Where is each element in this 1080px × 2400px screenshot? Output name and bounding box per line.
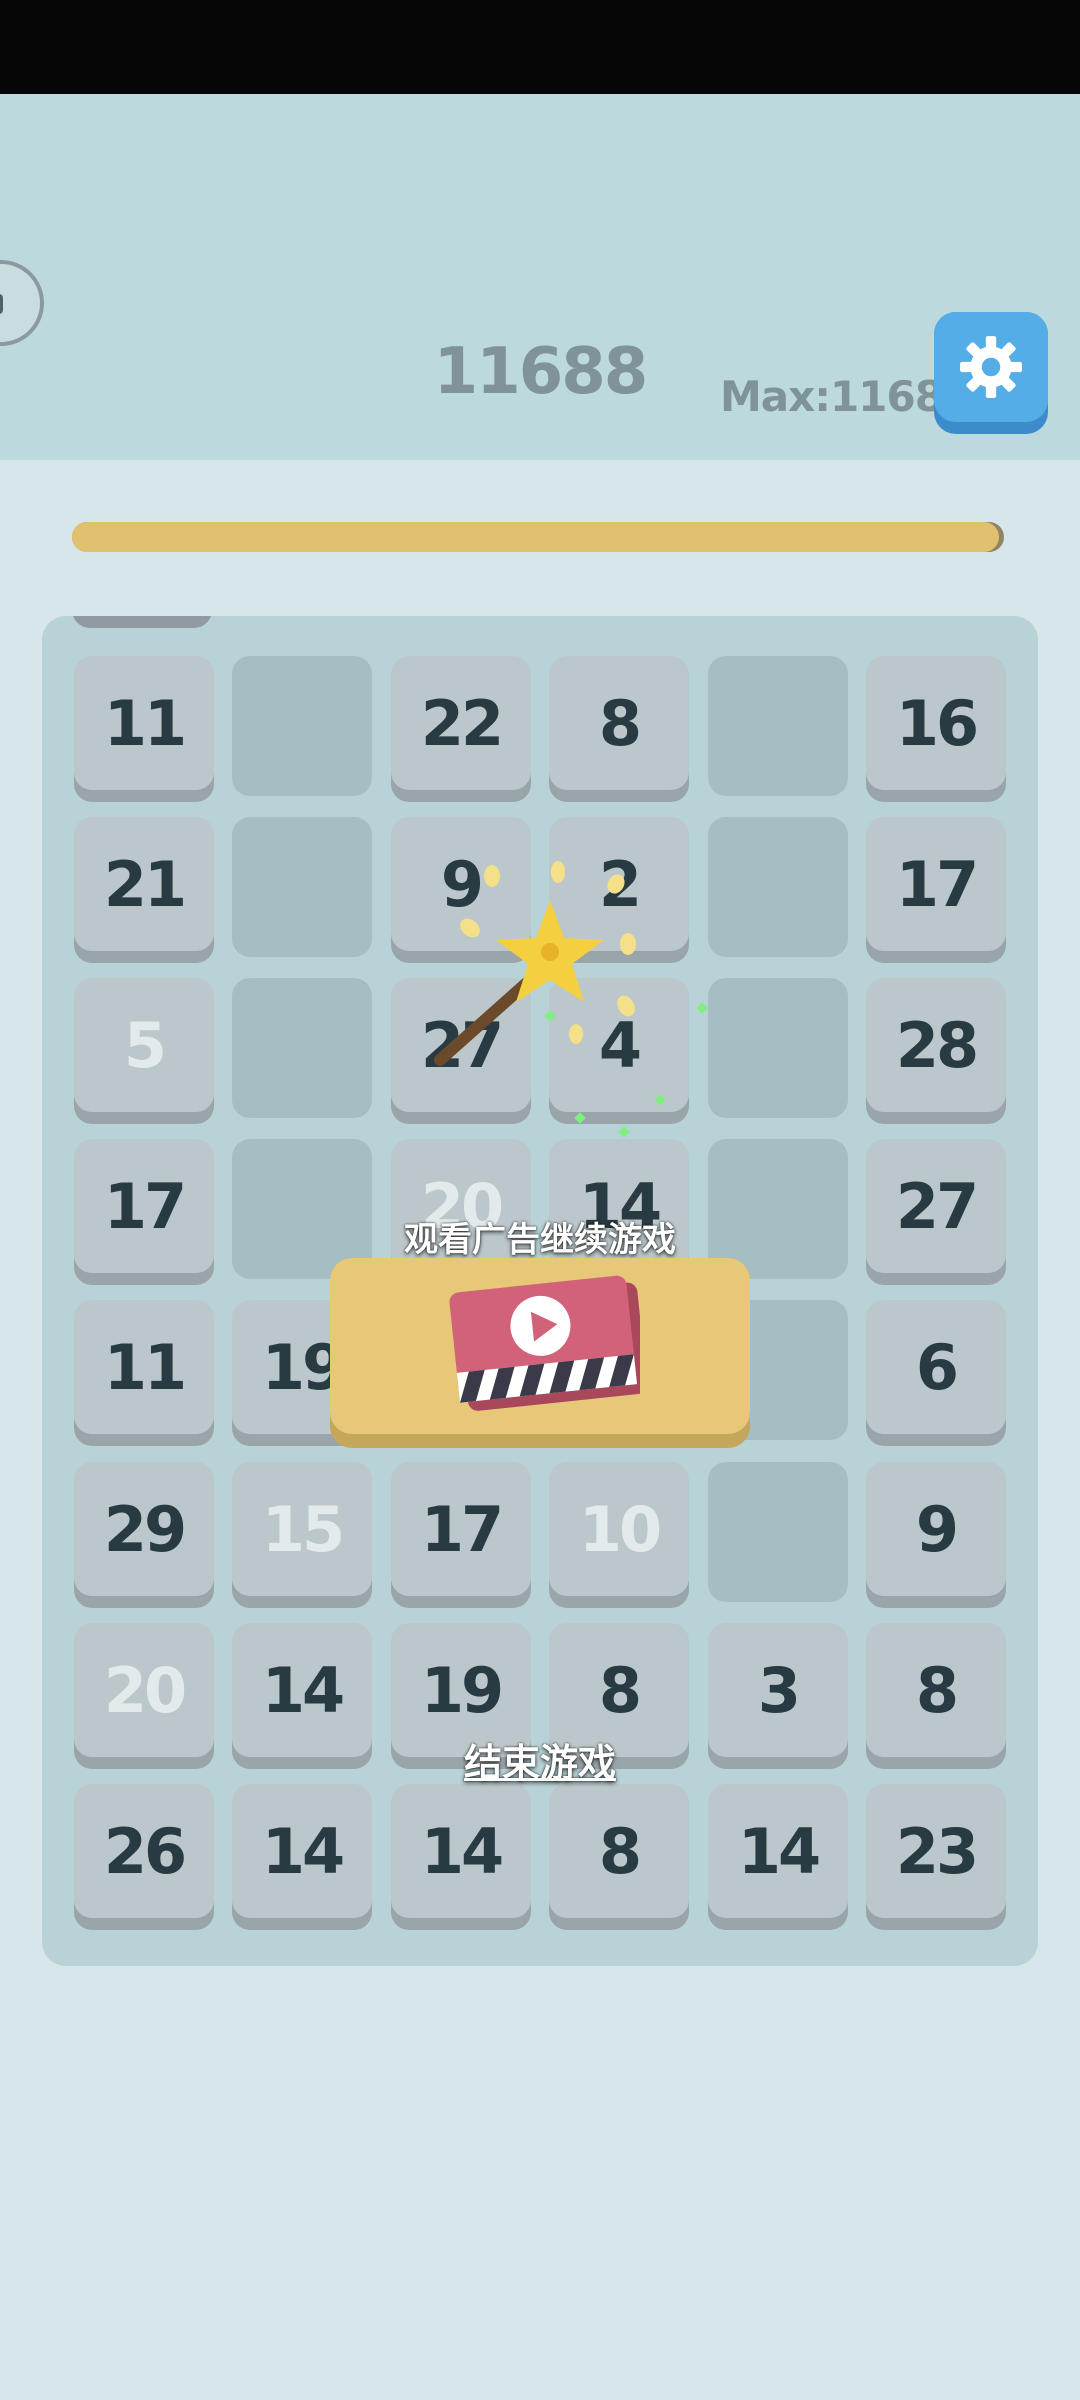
progress-bar	[72, 522, 1004, 552]
tile-value	[708, 1462, 848, 1602]
number-tile[interactable]: 29	[74, 1462, 214, 1608]
tile-value	[708, 656, 848, 796]
empty-cell	[708, 656, 848, 802]
number-tile[interactable]: 17	[866, 817, 1006, 963]
status-bar	[0, 0, 1080, 94]
tile-value: 9	[866, 1462, 1006, 1596]
tile-value: 14	[708, 1784, 848, 1918]
video-clapper-play-icon	[449, 1275, 640, 1411]
number-tile[interactable]: 8	[549, 1784, 689, 1930]
tile-value: 8	[549, 656, 689, 790]
tile-value	[232, 817, 372, 957]
settings-button[interactable]	[934, 312, 1048, 434]
tile-value: 11	[74, 1300, 214, 1434]
number-tile[interactable]: 14	[391, 1784, 531, 1930]
number-tile[interactable]: 8	[549, 656, 689, 802]
tile-value: 21	[74, 817, 214, 951]
tile-value: 15	[232, 1462, 372, 1596]
continue-prompt: 观看广告继续游戏	[404, 1220, 676, 1260]
gear-icon	[960, 336, 1022, 398]
empty-cell	[232, 978, 372, 1124]
tile-value: 17	[391, 1462, 531, 1596]
tile-partial	[72, 616, 212, 628]
magic-wand-icon	[434, 861, 636, 1066]
watch-ad-continue-button[interactable]	[330, 1258, 750, 1448]
empty-cell	[232, 817, 372, 963]
tile-value	[708, 978, 848, 1118]
tile-value	[708, 817, 848, 957]
face-icon-eye	[0, 294, 3, 314]
progress-fill	[72, 522, 1000, 552]
number-tile[interactable]: 28	[866, 978, 1006, 1124]
number-tile[interactable]: 14	[708, 1784, 848, 1930]
tile-value: 14	[232, 1784, 372, 1918]
number-tile[interactable]: 11	[74, 1300, 214, 1446]
number-tile[interactable]: 10	[549, 1462, 689, 1608]
number-tile[interactable]: 22	[391, 656, 531, 802]
tile-value: 8	[549, 1784, 689, 1918]
number-tile[interactable]: 15	[232, 1462, 372, 1608]
number-tile[interactable]: 17	[391, 1462, 531, 1608]
number-tile[interactable]: 5	[74, 978, 214, 1124]
number-tile[interactable]: 9	[866, 1462, 1006, 1608]
tile-value: 17	[866, 817, 1006, 951]
tile-value: 23	[866, 1784, 1006, 1918]
number-tile[interactable]: 6	[866, 1300, 1006, 1446]
tile-value: 16	[866, 656, 1006, 790]
number-tile[interactable]: 23	[866, 1784, 1006, 1930]
empty-cell	[708, 978, 848, 1124]
tile-value: 28	[866, 978, 1006, 1112]
number-tile[interactable]: 11	[74, 656, 214, 802]
tile-value: 26	[74, 1784, 214, 1918]
empty-cell	[708, 817, 848, 963]
tile-value: 10	[549, 1462, 689, 1596]
number-tile[interactable]: 14	[232, 1784, 372, 1930]
tile-value: 11	[74, 656, 214, 790]
tile-value: 6	[866, 1300, 1006, 1434]
empty-cell	[232, 656, 372, 802]
number-tile[interactable]: 16	[866, 656, 1006, 802]
number-tile[interactable]: 21	[74, 817, 214, 963]
tile-value	[232, 978, 372, 1118]
empty-cell	[708, 1462, 848, 1608]
tile-value: 5	[74, 978, 214, 1112]
tile-value	[232, 656, 372, 796]
tile-value: 14	[391, 1784, 531, 1918]
tile-value: 22	[391, 656, 531, 790]
number-tile[interactable]: 26	[74, 1784, 214, 1930]
tile-value: 29	[74, 1462, 214, 1596]
end-game-link[interactable]: 结束游戏	[0, 1732, 1080, 1787]
